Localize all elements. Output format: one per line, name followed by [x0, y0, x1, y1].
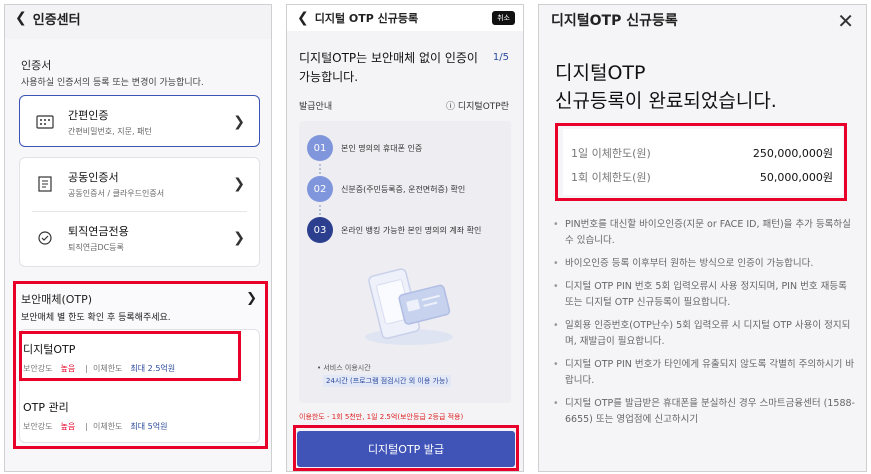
- document-icon: [36, 176, 54, 192]
- notice-item: 디지털 OTP PIN 번호 5회 입력오류시 사용 정지되며, PIN 번호 …: [553, 279, 858, 311]
- auth-center-header: ❮ 인증센터: [5, 5, 271, 31]
- cert-list-card: 공동인증서 공동인증서 / 클라우드인증서 ❯ 퇴직연금전용 퇴직연금DC등록 …: [19, 157, 260, 267]
- simple-auth-sub: 간편비밀번호, 지문, 패턴: [68, 127, 152, 136]
- digital-otp-meta: 보안강도 높음 | 이체한도 최대 2.5억원: [23, 364, 176, 373]
- what-is-otp-link[interactable]: ⓘ 디지털OTP란: [446, 99, 509, 112]
- per-transfer-limit-row: 1회 이체한도(원) 50,000,000원: [571, 171, 833, 184]
- badge-check-icon: [36, 230, 54, 246]
- issue-otp-button[interactable]: 디지털OTP 발급: [297, 431, 515, 467]
- pension-sub: 퇴직연금DC등록: [68, 243, 124, 252]
- screenshot-composite: ❮ 인증센터 인증서 사용하실 인증서의 등록 또는 변경이 가능합니다. 간편…: [0, 0, 871, 474]
- digital-otp-register-screen: ❮ 디지털 OTP 신규등록 취소 디지털OTP는 보안매체 없이 인증이 가능…: [286, 4, 524, 472]
- page-title: 인증센터: [32, 12, 81, 28]
- daily-limit-row: 1일 이체한도(원) 250,000,000원: [571, 147, 833, 160]
- otp-manage-item[interactable]: OTP 관리 보안강도 높음 | 이체한도 최대 5억원: [23, 399, 168, 432]
- digital-otp-item[interactable]: 디지털OTP 보안강도 높음 | 이체한도 최대 2.5억원: [23, 341, 175, 374]
- step-number: 01: [307, 135, 333, 161]
- step-label: 본인 명의의 휴대폰 인증: [341, 144, 423, 153]
- otp-section-title[interactable]: 보안매체(OTP): [21, 291, 92, 307]
- step-connector: [319, 205, 321, 215]
- joint-cert-sub: 공동인증서 / 클라우드인증서: [68, 189, 165, 198]
- notice-item: 일회용 인증번호(OTP난수) 5회 입력오류 시 디지털 OTP 사용이 정지…: [553, 318, 858, 350]
- notice-item: PIN번호를 대신할 바이오인증(지문 or FACE ID, 패턴)을 추가 …: [553, 217, 858, 249]
- register-title: 디지털 OTP 신규등록: [314, 12, 419, 25]
- otp-section-desc: 보안매체 별 한도 확인 후 등록해주세요.: [21, 313, 171, 323]
- notice-item: 디지털 OTP PIN 번호가 타인에게 유출되지 않도록 각별히 주의하시기 …: [553, 357, 858, 389]
- info-icon: ⓘ: [445, 102, 455, 112]
- guide-label: 발급안내: [299, 102, 333, 112]
- back-icon[interactable]: ❮: [297, 10, 309, 26]
- digital-otp-name: 디지털OTP: [23, 343, 76, 356]
- notice-item: 디지털 OTP를 발급받은 휴대폰을 분실하신 경우 스마트금융센터 (1588…: [553, 396, 858, 428]
- notice-item: 바이오인증 등록 이후부터 원하는 방식으로 인증이 가능합니다.: [553, 256, 858, 272]
- service-time-label: • 서비스 이용시간: [317, 364, 371, 372]
- close-icon[interactable]: ✕: [837, 9, 854, 33]
- cert-section-desc: 사용하실 인증서의 등록 또는 변경이 가능합니다.: [21, 78, 204, 88]
- register-complete-screen: 디지털OTP 신규등록 ✕ 디지털OTP 신규등록이 완료되었습니다. 1일 이…: [538, 4, 867, 472]
- step-counter: 1/5: [492, 52, 509, 63]
- cancel-button[interactable]: 취소: [492, 11, 515, 25]
- cert-section-title: 인증서: [21, 59, 52, 72]
- steps-box: 01 본인 명의의 휴대폰 인증 02 신분증(주민등록증, 운전면허증) 확인…: [299, 121, 511, 403]
- step-number: 03: [307, 217, 333, 243]
- simple-auth-item[interactable]: 간편인증 간편비밀번호, 지문, 패턴 ❯: [20, 96, 259, 148]
- chevron-right-icon: ❯: [233, 114, 245, 130]
- step-label: 온라인 뱅킹 가능한 본인 명의의 계좌 확인: [341, 226, 482, 235]
- step-item: 03 온라인 뱅킹 가능한 본인 명의의 계좌 확인: [307, 217, 511, 243]
- step-number: 02: [307, 176, 333, 202]
- simple-auth-card[interactable]: 간편인증 간편비밀번호, 지문, 패턴 ❯: [19, 95, 260, 147]
- chevron-right-icon[interactable]: ❯: [246, 291, 257, 306]
- back-icon[interactable]: ❮: [15, 10, 27, 26]
- register-header: ❮ 디지털 OTP 신규등록: [287, 5, 523, 31]
- step-item: 02 신분증(주민등록증, 운전면허증) 확인: [307, 176, 511, 202]
- joint-cert-item[interactable]: 공동인증서 공동인증서 / 클라우드인증서 ❯: [20, 158, 259, 210]
- register-headline: 디지털OTP는 보안매체 없이 인증이 가능합니다.: [299, 51, 478, 84]
- pension-item[interactable]: 퇴직연금전용 퇴직연금DC등록 ❯: [20, 212, 259, 264]
- limit-summary: 1일 이체한도(원) 250,000,000원 1회 이체한도(원) 50,00…: [563, 129, 843, 195]
- pension-title: 퇴직연금전용: [68, 225, 129, 238]
- joint-cert-title: 공동인증서: [68, 171, 119, 184]
- usage-limit-note: 이용한도 - 1회 5천만, 1일 2.5억(보안등급 2등급 적용): [299, 413, 464, 421]
- chevron-right-icon: ❯: [233, 176, 245, 192]
- auth-center-body: 인증서 사용하실 인증서의 등록 또는 변경이 가능합니다. 간편인증 간편비밀…: [5, 39, 271, 471]
- otp-manage-meta: 보안강도 높음 | 이체한도 최대 5억원: [23, 422, 168, 431]
- auth-center-screen: ❮ 인증센터 인증서 사용하실 인증서의 등록 또는 변경이 가능합니다. 간편…: [4, 4, 272, 472]
- step-connector: [319, 164, 321, 174]
- complete-header: 디지털OTP 신규등록: [551, 13, 678, 29]
- step-label: 신분증(주민등록증, 운전면허증) 확인: [341, 185, 466, 194]
- complete-headline: 디지털OTP 신규등록이 완료되었습니다.: [555, 62, 777, 112]
- chevron-right-icon: ❯: [233, 230, 245, 246]
- simple-auth-title: 간편인증: [68, 109, 109, 122]
- keypad-icon: [36, 114, 54, 130]
- notice-list: PIN번호를 대신할 바이오인증(지문 or FACE ID, 패턴)을 추가 …: [553, 217, 858, 435]
- step-item: 01 본인 명의의 휴대폰 인증: [307, 135, 511, 161]
- phone-card-illustration: [357, 263, 457, 351]
- otp-manage-name: OTP 관리: [23, 401, 69, 414]
- service-time-value: 24시간 (프로그램 점검시간 외 이용 가능): [323, 375, 452, 387]
